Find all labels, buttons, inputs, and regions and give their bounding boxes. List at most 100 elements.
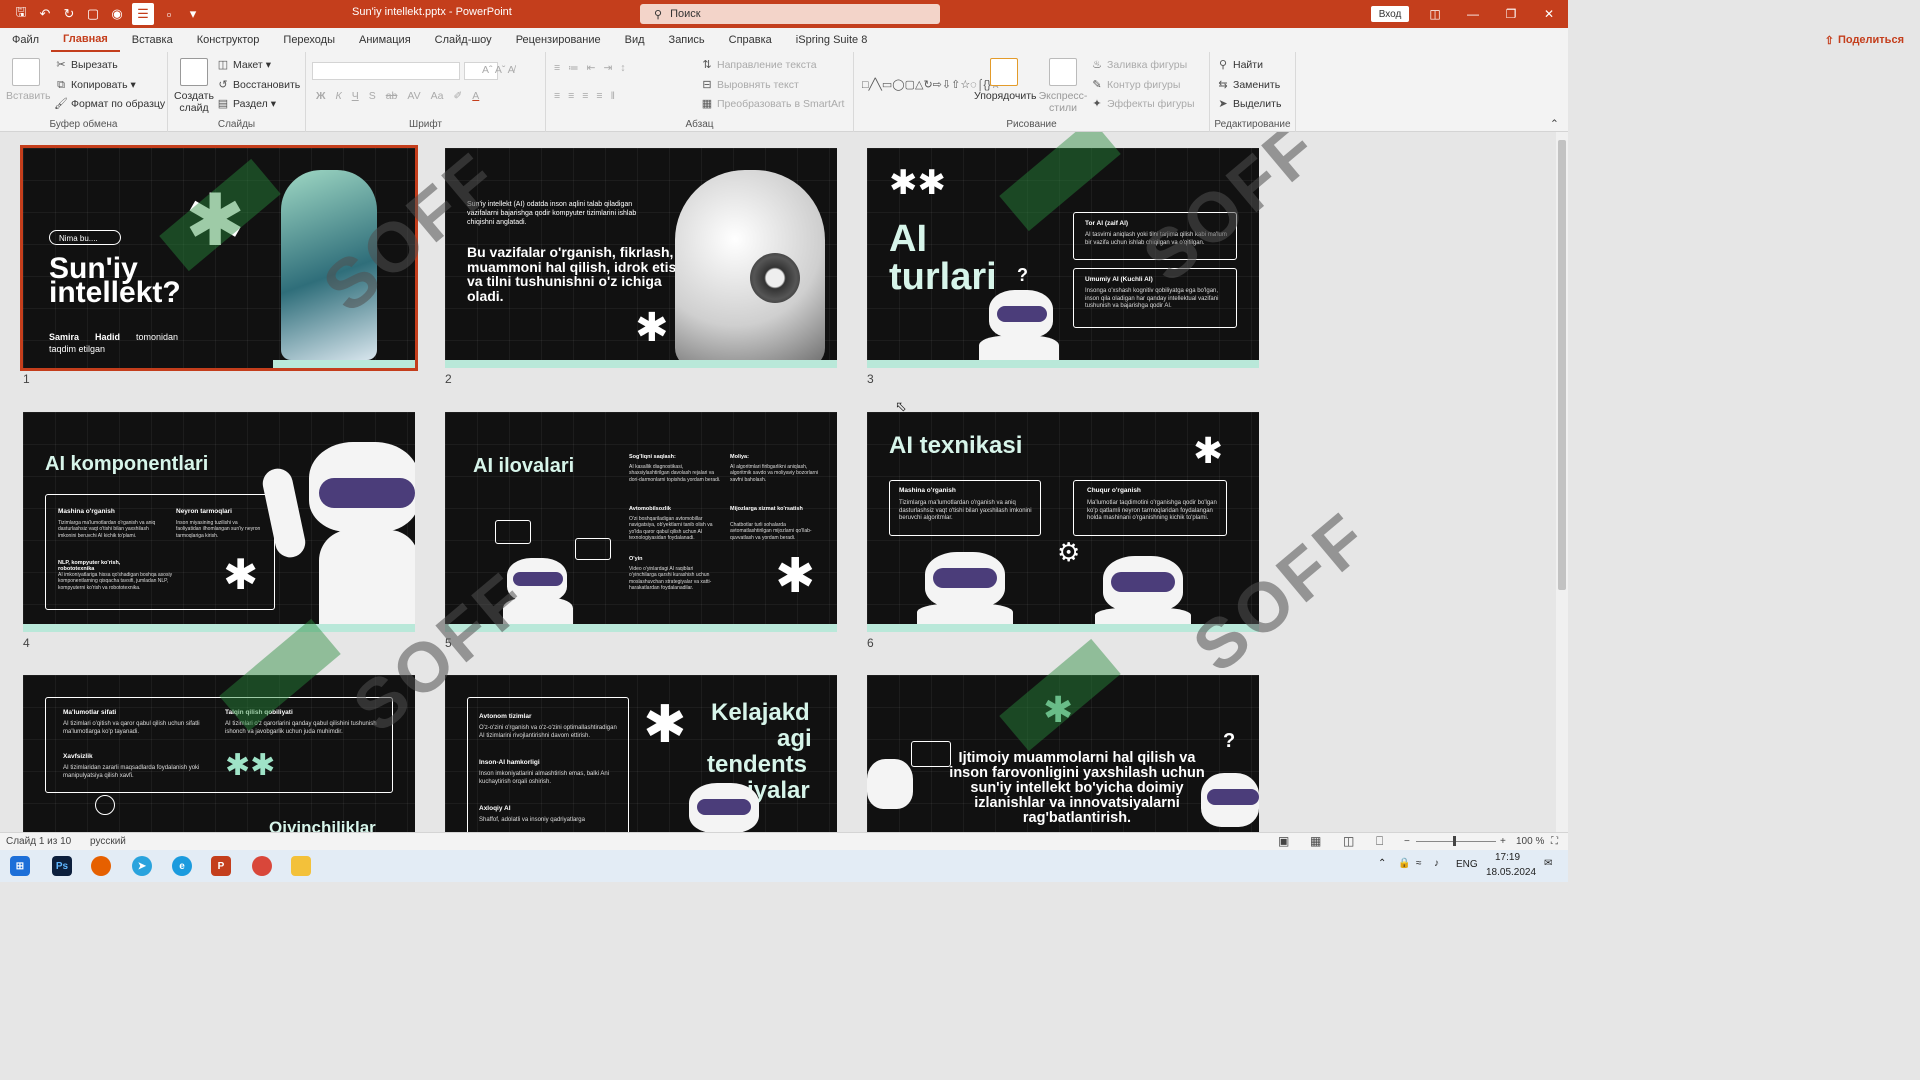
- tab-slideshow[interactable]: Слайд-шоу: [423, 28, 504, 52]
- ribbon-display-icon[interactable]: ◫: [1416, 4, 1454, 24]
- section-button[interactable]: ▤ Раздел ▾: [216, 97, 276, 111]
- justify-icon[interactable]: ≡: [596, 90, 602, 102]
- zoom-out-icon[interactable]: −: [1404, 836, 1410, 847]
- bold-button[interactable]: Ж: [316, 90, 326, 102]
- change-case-button[interactable]: Aa: [431, 90, 444, 102]
- speaker-icon[interactable]: ♪: [1434, 858, 1439, 869]
- spacing-icon[interactable]: AV: [407, 90, 420, 102]
- zoom-slider-thumb[interactable]: [1453, 836, 1456, 846]
- share-button[interactable]: ⇧ Поделиться: [1817, 31, 1912, 49]
- customize-qat-icon[interactable]: ▾: [184, 5, 202, 23]
- clock-time[interactable]: 17:19: [1495, 852, 1520, 863]
- tab-record[interactable]: Запись: [657, 28, 717, 52]
- line-spacing-icon[interactable]: ↕: [620, 62, 625, 74]
- shadow-button[interactable]: S: [369, 90, 376, 102]
- reset-button[interactable]: ↺ Восстановить: [216, 78, 300, 92]
- tab-view[interactable]: Вид: [613, 28, 657, 52]
- align-text-button[interactable]: ⊟ Выровнять текст: [700, 78, 798, 92]
- slideshow-start-icon[interactable]: ▢: [84, 5, 102, 23]
- slide-thumbnail-6[interactable]: AI texnikasi ✱ Mashina o'rganish Tizimla…: [867, 412, 1259, 632]
- slide-thumbnail-8[interactable]: Avtonom tizimlar O'z-o'zini o'rganish va…: [445, 675, 837, 832]
- restore-icon[interactable]: ❐: [1492, 4, 1530, 24]
- italic-button[interactable]: К: [336, 90, 342, 102]
- vertical-scrollbar[interactable]: [1556, 132, 1568, 832]
- smartart-button[interactable]: ▦ Преобразовать в SmartArt: [700, 97, 845, 111]
- strike-icon[interactable]: ab: [386, 90, 398, 102]
- columns-icon[interactable]: ‖: [611, 90, 615, 102]
- slide-thumbnail-3[interactable]: ✱✱ AI turlari ? Tor AI (zaif AI) AI tasv…: [867, 148, 1259, 368]
- zoom-in-icon[interactable]: +: [1500, 836, 1506, 847]
- text-direction-button[interactable]: ⇅ Направление текста: [700, 58, 816, 72]
- replace-button[interactable]: ⇆ Заменить: [1216, 78, 1280, 92]
- layout-button[interactable]: ◫ Макет ▾: [216, 58, 271, 72]
- copy-button[interactable]: ⧉ Копировать ▾: [54, 78, 136, 92]
- shapes-gallery[interactable]: □╱╲▭◯▢△↻⇨⇩⇧☆◌⌠{}☆: [862, 58, 1001, 110]
- undo-icon[interactable]: ↶: [36, 5, 54, 23]
- align-left-icon[interactable]: ≡: [554, 90, 560, 102]
- tab-insert[interactable]: Вставка: [120, 28, 185, 52]
- collapse-ribbon-icon[interactable]: ⌃: [1550, 118, 1559, 130]
- font-color-icon[interactable]: A: [472, 90, 479, 102]
- search-box[interactable]: ⚲ Поиск: [640, 4, 940, 24]
- photoshop-icon[interactable]: Ps: [52, 856, 72, 876]
- redo-icon[interactable]: ↻: [60, 5, 78, 23]
- layout-icon[interactable]: ▫: [160, 5, 178, 23]
- powerpoint-icon[interactable]: P: [211, 856, 231, 876]
- file-explorer-icon[interactable]: [291, 856, 311, 876]
- tray-chevron-icon[interactable]: ⌃: [1378, 858, 1386, 869]
- tab-ispring[interactable]: iSpring Suite 8: [784, 28, 880, 52]
- language-indicator[interactable]: русский: [90, 836, 126, 847]
- zoom-level[interactable]: 100 %: [1516, 836, 1544, 847]
- slide-sorter-view-icon[interactable]: ▦: [1310, 834, 1321, 848]
- sign-in-button[interactable]: Вход: [1371, 6, 1409, 22]
- tab-file[interactable]: Файл: [0, 28, 51, 52]
- tab-design[interactable]: Конструктор: [185, 28, 272, 52]
- tab-review[interactable]: Рецензирование: [504, 28, 613, 52]
- chrome-icon[interactable]: [252, 856, 272, 876]
- decrease-indent-icon[interactable]: ⇤: [587, 62, 596, 74]
- notifications-icon[interactable]: ✉: [1544, 858, 1552, 869]
- find-button[interactable]: ⚲ Найти: [1216, 58, 1263, 72]
- normal-view-icon[interactable]: ☰: [132, 3, 154, 25]
- reading-view-icon[interactable]: ◫: [1343, 834, 1354, 848]
- shape-fill-button[interactable]: ♨ Заливка фигуры: [1090, 58, 1187, 72]
- record-icon[interactable]: ◉: [108, 5, 126, 23]
- lock-icon[interactable]: 🔒: [1398, 858, 1410, 869]
- underline-button[interactable]: Ч: [352, 90, 359, 102]
- slide-thumbnail-5[interactable]: AI ilovalari Sog'liqni saqlash: AI kasal…: [445, 412, 837, 632]
- firefox-icon[interactable]: [91, 856, 111, 876]
- scrollbar-thumb[interactable]: [1558, 140, 1566, 590]
- new-slide-button[interactable]: Создать слайд: [174, 58, 214, 114]
- tab-help[interactable]: Справка: [717, 28, 784, 52]
- fit-to-window-icon[interactable]: ⛶: [1551, 836, 1558, 847]
- arrange-button[interactable]: Упорядочить: [974, 58, 1036, 102]
- format-painter-button[interactable]: 🖌 Формат по образцу: [54, 97, 165, 111]
- numbering-icon[interactable]: ≔: [568, 62, 579, 74]
- shape-outline-button[interactable]: ✎ Контур фигуры: [1090, 78, 1180, 92]
- keyboard-language[interactable]: ENG: [1456, 859, 1478, 870]
- font-name-input[interactable]: [312, 62, 460, 80]
- telegram-icon[interactable]: ➤: [132, 856, 152, 876]
- grow-font-icon[interactable]: Aˆ Aˇ A̸: [482, 64, 515, 76]
- align-center-icon[interactable]: ≡: [568, 90, 574, 102]
- clock-date[interactable]: 18.05.2024: [1486, 867, 1536, 878]
- align-right-icon[interactable]: ≡: [582, 90, 588, 102]
- save-icon[interactable]: 🖫: [12, 4, 30, 23]
- slide-thumbnail-2[interactable]: Sun'iy intellekt (AI) odatda inson aqlin…: [445, 148, 837, 368]
- tab-home[interactable]: Главная: [51, 28, 120, 52]
- bullets-icon[interactable]: ≡: [554, 62, 560, 74]
- slide-thumbnail-1[interactable]: Nima bu.... Sun'iy intellekt? Samira Had…: [20, 145, 418, 371]
- highlight-icon[interactable]: ✐: [453, 90, 462, 102]
- zoom-slider[interactable]: [1416, 841, 1496, 842]
- normal-view-icon[interactable]: ▣: [1278, 834, 1289, 848]
- windows-start-icon[interactable]: ⊞: [10, 856, 30, 876]
- slide-thumbnail-7[interactable]: Ma'lumotlar sifati AI tizimlari o'qitish…: [23, 675, 415, 832]
- paste-button[interactable]: Вставить: [6, 58, 51, 102]
- quick-styles-button[interactable]: Экспресс-стили: [1038, 58, 1088, 114]
- slide-thumbnail-4[interactable]: AI komponentlari Mashina o'rganish Tizim…: [23, 412, 415, 632]
- close-icon[interactable]: ✕: [1530, 4, 1568, 24]
- minimize-icon[interactable]: —: [1454, 4, 1492, 24]
- edge-icon[interactable]: e: [172, 856, 192, 876]
- shape-effects-button[interactable]: ✦ Эффекты фигуры: [1090, 97, 1194, 111]
- tab-animations[interactable]: Анимация: [347, 28, 423, 52]
